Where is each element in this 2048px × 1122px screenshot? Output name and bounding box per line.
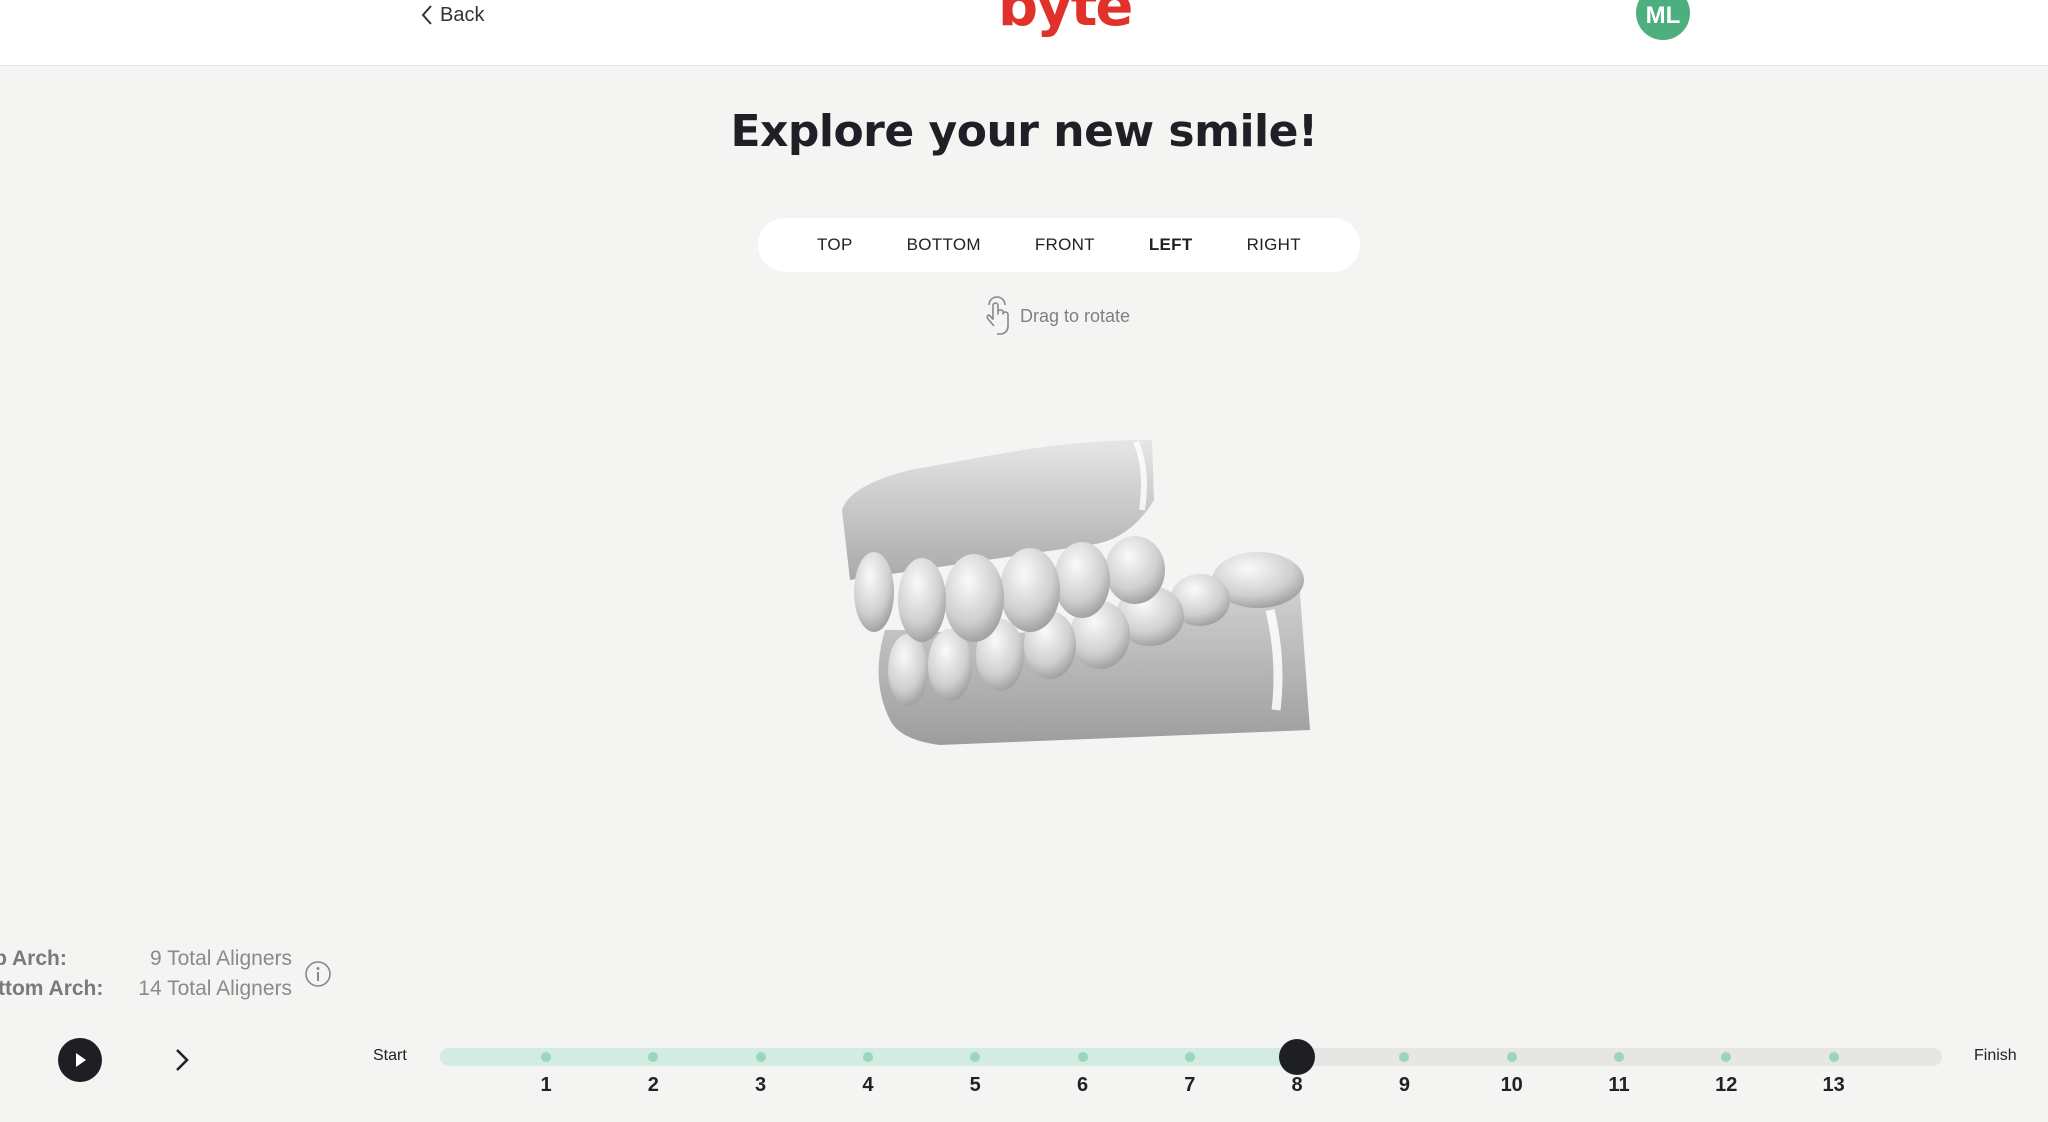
timeline-step-label[interactable]: 7 (1170, 1074, 1210, 1097)
timeline-start-label: Start (373, 1047, 407, 1064)
top-arch-value: 9 Total Aligners (149, 947, 292, 970)
timeline-step-label[interactable]: 3 (741, 1074, 781, 1097)
timeline-step-dot[interactable] (1077, 1052, 1088, 1062)
timeline-step-label[interactable]: 1 (526, 1074, 566, 1097)
timeline-step-label[interactable]: 5 (955, 1074, 995, 1097)
timeline-step-label[interactable]: 11 (1599, 1074, 1639, 1097)
tab-top[interactable]: TOP (790, 235, 880, 255)
avatar[interactable]: ML (1636, 0, 1690, 40)
tab-front[interactable]: FRONT (1008, 235, 1122, 255)
tab-left[interactable]: LEFT (1122, 235, 1220, 255)
top-header: Back byte ML (0, 0, 2048, 66)
timeline-step-label[interactable]: 8 (1277, 1074, 1317, 1097)
back-button[interactable]: Back (420, 0, 484, 30)
drag-hint-text: Drag to rotate (1020, 305, 1131, 326)
drag-hint: Drag to rotate (980, 296, 1130, 336)
play-button[interactable] (58, 1038, 102, 1082)
timeline-step-dot[interactable] (1184, 1052, 1195, 1062)
tab-bottom[interactable]: BOTTOM (880, 235, 1008, 255)
timeline-step-dot[interactable] (862, 1052, 873, 1062)
timeline-finish-label: Finish (1974, 1047, 2017, 1064)
byte-logo[interactable]: byte (998, 0, 1133, 39)
timeline-step-label[interactable]: 6 (1063, 1074, 1103, 1097)
page-title: Explore your new smile! (730, 106, 1318, 157)
timeline-step-label[interactable]: 9 (1384, 1074, 1424, 1097)
top-arch-label: Top Arch: (0, 947, 67, 970)
teeth-3d-model[interactable] (830, 430, 1320, 760)
timeline-step-label[interactable]: 4 (848, 1074, 888, 1097)
timeline-step-dot[interactable] (755, 1052, 766, 1062)
back-label: Back (440, 3, 485, 26)
timeline-step-dot[interactable] (1506, 1052, 1517, 1062)
aligner-summary: Top Arch: 9 Total Aligners Bottom Arch: … (0, 944, 292, 1004)
chevron-left-icon (421, 5, 432, 25)
info-icon[interactable] (304, 960, 332, 988)
play-icon (76, 1053, 86, 1067)
timeline-step-label[interactable]: 10 (1492, 1074, 1532, 1097)
timeline-step-label[interactable]: 13 (1814, 1074, 1854, 1097)
tab-right[interactable]: RIGHT (1220, 235, 1328, 255)
bottom-arch-value: 14 Total Aligners (138, 977, 292, 1000)
timeline-step-dot[interactable] (1614, 1052, 1624, 1062)
view-tabs: TOP BOTTOM FRONT LEFT RIGHT (758, 218, 1360, 272)
timeline-handle[interactable] (1279, 1039, 1316, 1075)
chevron-right-icon[interactable] (170, 1046, 194, 1074)
timeline-step-dot[interactable] (1828, 1052, 1839, 1062)
hand-drag-icon (986, 296, 1009, 335)
timeline-step-label[interactable]: 2 (633, 1074, 673, 1097)
timeline-step-dot[interactable] (541, 1052, 551, 1062)
timeline-step-label[interactable]: 12 (1706, 1074, 1746, 1097)
bottom-arch-label: Bottom Arch: (0, 977, 104, 1000)
